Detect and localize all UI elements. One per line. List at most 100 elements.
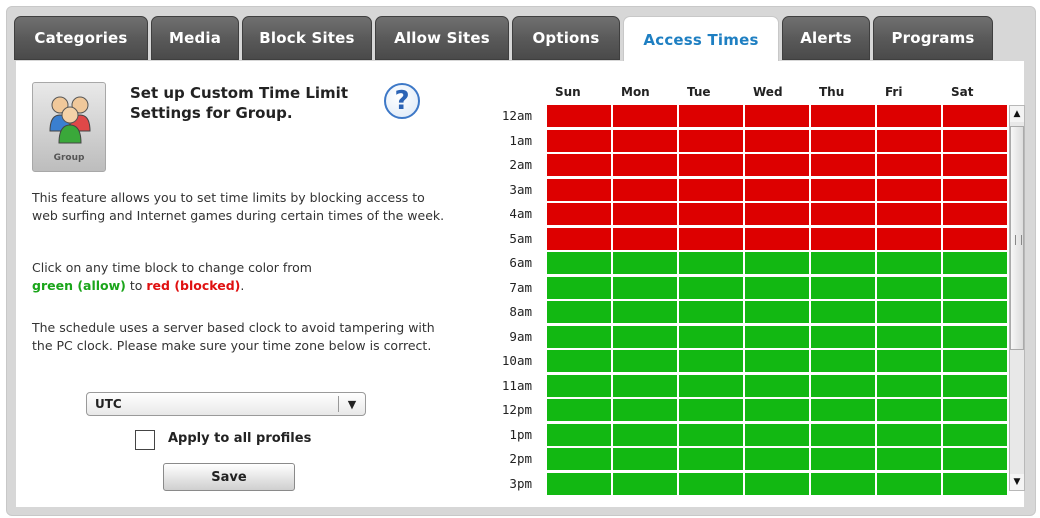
time-block-sun-12am[interactable] [547,105,611,127]
tab-programs[interactable]: Programs [873,16,993,60]
time-block-sat-2am[interactable] [943,154,1007,176]
time-block-fri-3pm[interactable] [877,472,941,495]
time-block-mon-12am[interactable] [613,105,677,127]
tab-allow-sites[interactable]: Allow Sites [375,16,509,60]
time-block-fri-7am[interactable] [877,276,941,299]
scroll-thumb[interactable] [1010,126,1024,350]
time-block-fri-4am[interactable] [877,203,941,225]
time-block-thu-2am[interactable] [811,154,875,176]
time-block-wed-9am[interactable] [745,325,809,348]
time-block-tue-9am[interactable] [679,325,743,348]
time-block-mon-11am[interactable] [613,374,677,397]
time-block-mon-3am[interactable] [613,178,677,201]
time-block-fri-2am[interactable] [877,154,941,176]
time-block-sun-4am[interactable] [547,203,611,225]
time-block-sat-3am[interactable] [943,178,1007,201]
time-block-wed-4am[interactable] [745,203,809,225]
time-block-sun-8am[interactable] [547,301,611,323]
time-block-tue-10am[interactable] [679,350,743,372]
time-block-fri-6am[interactable] [877,252,941,274]
time-block-sat-5am[interactable] [943,227,1007,250]
save-button[interactable]: Save [163,463,295,491]
timezone-select[interactable]: UTC ▼ [86,392,366,416]
time-block-sat-12am[interactable] [943,105,1007,127]
time-block-thu-10am[interactable] [811,350,875,372]
time-block-wed-8am[interactable] [745,301,809,323]
time-block-fri-10am[interactable] [877,350,941,372]
time-block-thu-4am[interactable] [811,203,875,225]
time-block-wed-5am[interactable] [745,227,809,250]
time-block-mon-9am[interactable] [613,325,677,348]
time-block-wed-6am[interactable] [745,252,809,274]
time-block-sat-1pm[interactable] [943,423,1007,446]
time-block-sun-1am[interactable] [547,129,611,152]
time-block-sun-9am[interactable] [547,325,611,348]
time-block-tue-3am[interactable] [679,178,743,201]
time-block-mon-12pm[interactable] [613,399,677,421]
time-block-fri-1pm[interactable] [877,423,941,446]
tab-block-sites[interactable]: Block Sites [242,16,372,60]
time-block-mon-6am[interactable] [613,252,677,274]
time-block-wed-11am[interactable] [745,374,809,397]
time-block-tue-5am[interactable] [679,227,743,250]
time-block-tue-2pm[interactable] [679,448,743,470]
apply-all-checkbox[interactable] [135,430,155,450]
time-block-sun-1pm[interactable] [547,423,611,446]
help-icon[interactable]: ? [384,83,420,119]
time-block-thu-6am[interactable] [811,252,875,274]
time-block-fri-12pm[interactable] [877,399,941,421]
time-block-tue-1pm[interactable] [679,423,743,446]
time-block-tue-3pm[interactable] [679,472,743,495]
tab-alerts[interactable]: Alerts [782,16,870,60]
time-block-mon-2pm[interactable] [613,448,677,470]
time-block-mon-1am[interactable] [613,129,677,152]
time-block-thu-1pm[interactable] [811,423,875,446]
time-block-sun-12pm[interactable] [547,399,611,421]
time-block-tue-4am[interactable] [679,203,743,225]
time-block-wed-7am[interactable] [745,276,809,299]
time-block-sat-6am[interactable] [943,252,1007,274]
time-block-sun-10am[interactable] [547,350,611,372]
time-block-sun-7am[interactable] [547,276,611,299]
time-block-fri-12am[interactable] [877,105,941,127]
time-block-sat-11am[interactable] [943,374,1007,397]
time-block-sun-3am[interactable] [547,178,611,201]
time-block-sat-4am[interactable] [943,203,1007,225]
time-block-wed-1am[interactable] [745,129,809,152]
time-block-sun-2am[interactable] [547,154,611,176]
time-block-thu-1am[interactable] [811,129,875,152]
time-block-sat-3pm[interactable] [943,472,1007,495]
tab-options[interactable]: Options [512,16,620,60]
time-block-mon-7am[interactable] [613,276,677,299]
time-block-mon-5am[interactable] [613,227,677,250]
time-block-sat-7am[interactable] [943,276,1007,299]
time-block-wed-1pm[interactable] [745,423,809,446]
time-block-thu-5am[interactable] [811,227,875,250]
time-block-tue-11am[interactable] [679,374,743,397]
time-block-thu-8am[interactable] [811,301,875,323]
group-profile-button[interactable]: Group [32,82,106,172]
time-block-thu-11am[interactable] [811,374,875,397]
time-block-wed-2pm[interactable] [745,448,809,470]
time-block-tue-12am[interactable] [679,105,743,127]
time-block-fri-8am[interactable] [877,301,941,323]
time-block-sun-2pm[interactable] [547,448,611,470]
time-block-sun-6am[interactable] [547,252,611,274]
time-block-tue-6am[interactable] [679,252,743,274]
time-block-sat-8am[interactable] [943,301,1007,323]
tab-access-times[interactable]: Access Times [623,16,779,63]
time-block-thu-2pm[interactable] [811,448,875,470]
time-block-fri-11am[interactable] [877,374,941,397]
time-block-thu-7am[interactable] [811,276,875,299]
time-block-wed-3am[interactable] [745,178,809,201]
scroll-down-button[interactable]: ▼ [1010,474,1024,490]
tab-categories[interactable]: Categories [14,16,148,60]
time-block-fri-2pm[interactable] [877,448,941,470]
time-block-wed-3pm[interactable] [745,472,809,495]
time-block-sun-5am[interactable] [547,227,611,250]
time-block-tue-12pm[interactable] [679,399,743,421]
time-block-wed-12am[interactable] [745,105,809,127]
time-block-tue-2am[interactable] [679,154,743,176]
time-block-tue-7am[interactable] [679,276,743,299]
schedule-scrollbar[interactable]: ▲ ▼ [1009,105,1025,491]
